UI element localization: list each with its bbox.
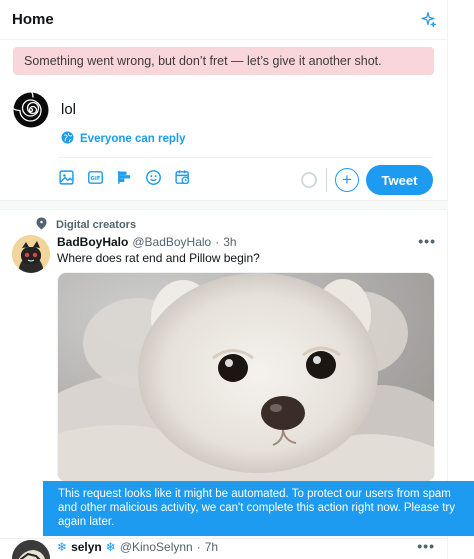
avatar[interactable] — [12, 235, 50, 273]
right-gutter — [449, 0, 474, 559]
tweet-separator — [0, 538, 448, 539]
poll-icon[interactable] — [114, 167, 135, 188]
social-context[interactable]: Digital creators — [36, 217, 136, 233]
compose-input[interactable]: lol — [61, 101, 76, 118]
character-progress-ring — [301, 172, 317, 188]
action-separator — [326, 168, 327, 192]
sparkle-icon[interactable] — [419, 11, 437, 29]
timestamp[interactable]: 3h — [223, 235, 236, 249]
tweet-text: Where does rat end and Pillow begin? — [57, 251, 260, 265]
home-timeline-column: Home Something went wrong, but don’t fre… — [0, 0, 448, 559]
svg-text:GIF: GIF — [91, 176, 101, 182]
tweet-button[interactable]: Tweet — [366, 165, 433, 195]
gif-icon[interactable]: GIF — [85, 167, 106, 188]
more-options-icon[interactable]: ••• — [417, 538, 435, 554]
tweet-media-dog-photo[interactable] — [57, 272, 435, 482]
emoji-icon[interactable] — [143, 167, 164, 188]
separator-dot: · — [215, 235, 220, 249]
topic-pin-icon — [36, 217, 47, 233]
avatar[interactable] — [6, 83, 49, 133]
snowflake-icon: ❄ — [57, 540, 68, 554]
timestamp[interactable]: 7h — [205, 540, 218, 554]
page-title: Home — [12, 11, 54, 28]
image-icon[interactable] — [56, 167, 77, 188]
tweet-header: ❄ selyn ❄ @KinoSelynn · 7h — [57, 540, 218, 554]
separator-dot: · — [196, 540, 201, 554]
reply-setting-button[interactable]: Everyone can reply — [61, 131, 185, 147]
composer-toolbar: GIF — [56, 167, 193, 188]
more-options-icon[interactable]: ••• — [418, 233, 436, 249]
error-banner-text: Something went wrong, but don’t fret — l… — [24, 54, 382, 68]
automation-warning-toast: This request looks like it might be auto… — [43, 481, 474, 536]
author-handle[interactable]: @BadBoyHalo — [132, 235, 211, 249]
avatar[interactable] — [12, 540, 50, 559]
tweet-header: BadBoyHalo @BadBoyHalo · 3h — [57, 235, 237, 249]
author-handle[interactable]: @KinoSelynn — [120, 540, 193, 554]
social-context-label: Digital creators — [56, 219, 137, 231]
snowflake-icon: ❄ — [105, 540, 116, 554]
header: Home — [0, 0, 447, 40]
author-name[interactable]: selyn — [71, 540, 102, 554]
composer-divider — [58, 157, 433, 158]
schedule-icon[interactable] — [172, 167, 193, 188]
reply-setting-label: Everyone can reply — [80, 133, 186, 145]
add-tweet-button[interactable]: + — [335, 168, 359, 192]
author-name[interactable]: BadBoyHalo — [57, 235, 128, 249]
error-banner: Something went wrong, but don’t fret — l… — [13, 47, 434, 75]
section-gap — [0, 200, 448, 210]
composer-actions: + Tweet — [301, 165, 433, 195]
toast-text: This request looks like it might be auto… — [58, 488, 456, 528]
globe-icon — [61, 131, 74, 147]
